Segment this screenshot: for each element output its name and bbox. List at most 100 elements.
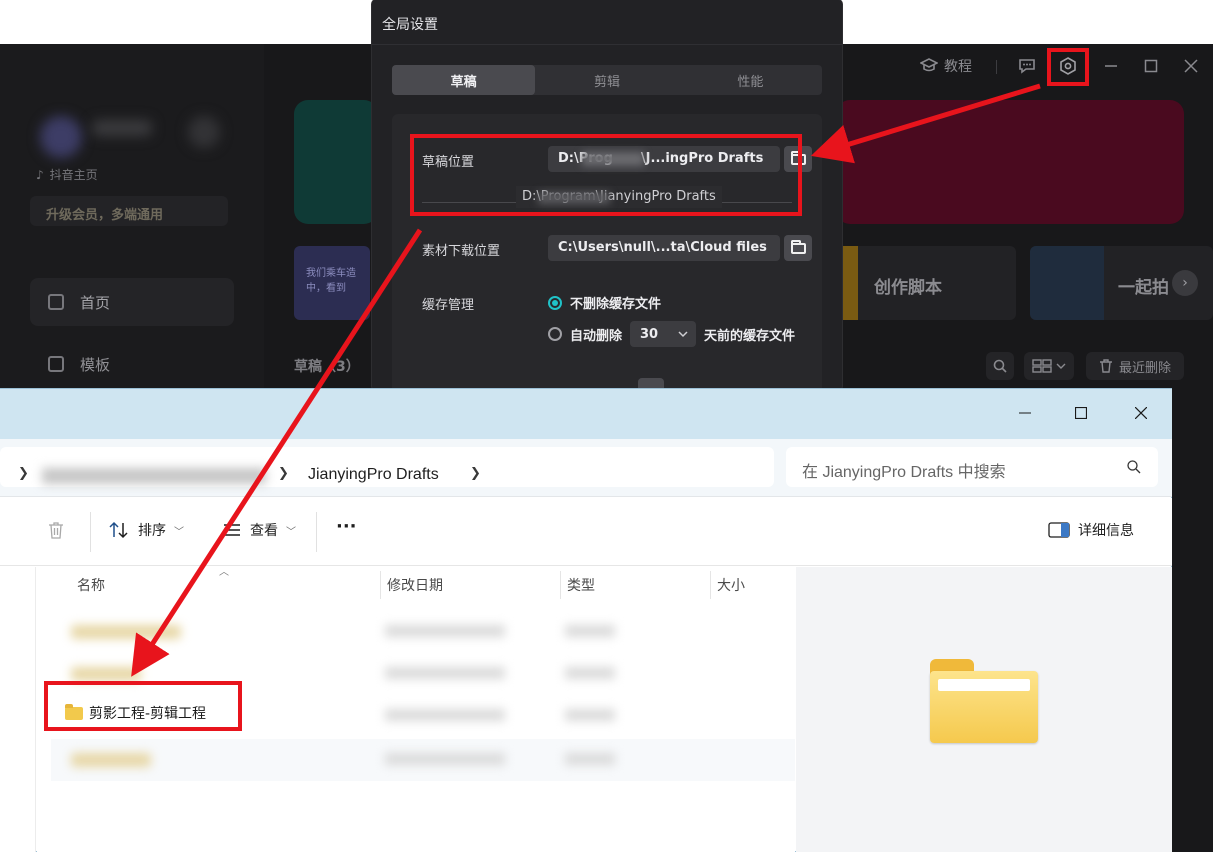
grid-view-icon xyxy=(1032,359,1066,373)
douyin-homepage-link[interactable]: ♪ 抖音主页 xyxy=(36,166,98,183)
tutorial-button[interactable]: 教程 xyxy=(914,54,978,78)
shoot-together-thumbnail xyxy=(1030,246,1104,320)
toolbar-divider xyxy=(90,512,91,552)
folder-body xyxy=(930,671,1038,743)
column-header-size[interactable]: 大小 xyxy=(717,575,745,595)
redacted-type xyxy=(565,753,615,765)
download-location-field[interactable]: C:\Users\null\...ta\Cloud files xyxy=(548,235,780,261)
close-icon xyxy=(1135,407,1147,419)
carousel-next-button[interactable]: › xyxy=(1172,270,1198,296)
breadcrumb-current[interactable]: JianyingPro Drafts xyxy=(308,466,439,484)
folder-paper xyxy=(938,679,1030,691)
cache-auto-suffix-label: 天前的缓存文件 xyxy=(704,328,796,344)
sort-label: 排序 xyxy=(138,523,166,539)
radio-unchecked[interactable] xyxy=(548,327,562,341)
sidebar-item-home[interactable]: 首页 xyxy=(30,278,234,326)
tutorial-label: 教程 xyxy=(944,59,972,75)
explorer-maximize-button[interactable] xyxy=(1058,397,1104,429)
explorer-titlebar xyxy=(0,389,1172,439)
breadcrumb-redacted xyxy=(42,468,266,484)
minimize-button[interactable] xyxy=(1100,54,1122,78)
more-options-button[interactable]: ··· xyxy=(336,516,357,537)
close-icon xyxy=(1184,59,1198,73)
vip-upgrade-button[interactable]: 升级会员，多端通用 xyxy=(30,196,228,226)
column-divider[interactable] xyxy=(710,571,711,599)
redacted-name xyxy=(71,753,151,767)
home-icon xyxy=(48,294,64,310)
explorer-preview-pane xyxy=(796,567,1172,852)
sort-button[interactable]: 排序 ﹀ xyxy=(108,520,184,540)
feedback-button[interactable] xyxy=(1016,54,1038,78)
cache-days-select[interactable]: 30 xyxy=(630,321,697,347)
toolbar-divider xyxy=(316,512,317,552)
douyin-link-label: 抖音主页 xyxy=(49,168,98,182)
folder-icon xyxy=(790,239,806,254)
view-button[interactable]: 查看 ﹀ xyxy=(222,520,296,540)
cache-keep-option[interactable]: 不删除缓存文件 xyxy=(548,293,661,312)
tab-editing[interactable]: 剪辑 xyxy=(535,65,678,95)
table-row[interactable] xyxy=(51,613,795,651)
explorer-command-bar: 排序 ﹀ 查看 ﹀ ··· 详细信息 xyxy=(0,498,1172,566)
explorer-navigation-pane[interactable] xyxy=(0,567,36,852)
tab-drafts[interactable]: 草稿 xyxy=(392,65,536,95)
explorer-search-input[interactable]: 在 JianyingPro Drafts 中搜索 xyxy=(786,447,1158,487)
search-icon xyxy=(1127,460,1141,474)
trash-icon xyxy=(49,522,63,539)
search-icon xyxy=(993,359,1007,373)
column-divider[interactable] xyxy=(560,571,561,599)
douyin-icon: ♪ xyxy=(36,167,44,182)
dialog-title: 全局设置 xyxy=(382,17,438,33)
cache-management-label: 缓存管理 xyxy=(422,298,475,313)
recently-deleted-button[interactable]: 最近删除 xyxy=(1086,352,1184,380)
shoot-together-label: 一起拍 xyxy=(1118,278,1169,298)
column-header-modified[interactable]: 修改日期 xyxy=(387,575,443,595)
explorer-address-row: ❯ ❯ JianyingPro Drafts ❯ 在 JianyingPro D… xyxy=(0,439,1172,497)
trash-icon xyxy=(1099,359,1112,373)
chevron-right-icon[interactable]: ❯ xyxy=(470,466,481,481)
radio-checked[interactable] xyxy=(548,295,562,310)
delete-button[interactable] xyxy=(46,520,66,540)
redacted-name xyxy=(71,667,141,681)
maximize-icon xyxy=(1144,59,1158,73)
template-icon xyxy=(48,356,64,372)
address-bar[interactable]: ❯ ❯ JianyingPro Drafts ❯ xyxy=(0,447,774,487)
cache-keep-label: 不删除缓存文件 xyxy=(570,297,662,312)
maximize-button[interactable] xyxy=(1140,54,1162,78)
explorer-minimize-button[interactable] xyxy=(1002,397,1048,429)
view-mode-toggle[interactable] xyxy=(1024,352,1074,380)
table-row[interactable] xyxy=(51,739,795,781)
avatar xyxy=(40,116,82,158)
maximize-icon xyxy=(1075,407,1087,419)
redacted-type xyxy=(565,709,615,721)
settings-tab-bar: 草稿 剪辑 性能 xyxy=(392,65,822,95)
feature-banner-card[interactable] xyxy=(836,100,1184,224)
cache-auto-prefix-label: 自动删除 xyxy=(570,328,623,344)
redacted-date xyxy=(385,753,505,765)
drafts-heading: 草稿（3） xyxy=(294,359,360,375)
details-pane-button[interactable]: 详细信息 xyxy=(1048,520,1134,540)
start-creation-card[interactable] xyxy=(294,100,378,224)
chevron-right-icon: ❯ xyxy=(18,466,29,481)
chevron-right-icon: ❯ xyxy=(278,466,289,481)
annotation-box-settings xyxy=(1047,48,1089,86)
search-drafts-button[interactable] xyxy=(986,352,1014,380)
explorer-close-button[interactable] xyxy=(1118,397,1164,429)
chevron-right-icon: › xyxy=(1182,275,1188,291)
chevron-down-icon xyxy=(678,331,688,338)
sidebar-item-template[interactable]: 模板 xyxy=(30,340,234,388)
close-app-button[interactable] xyxy=(1180,54,1202,78)
download-location-label: 素材下载位置 xyxy=(422,244,501,259)
redacted-date xyxy=(385,667,505,679)
promo-card[interactable]: 我们乘车造中，看到 xyxy=(294,246,370,320)
column-divider[interactable] xyxy=(380,571,381,599)
creation-script-card[interactable]: 创作脚本 xyxy=(836,246,1016,320)
redacted-date xyxy=(385,709,505,721)
download-location-browse-button[interactable] xyxy=(784,235,812,261)
column-header-type[interactable]: 类型 xyxy=(567,575,595,595)
tab-performance[interactable]: 性能 xyxy=(679,65,822,95)
file-explorer-window: ❯ ❯ JianyingPro Drafts ❯ 在 JianyingPro D… xyxy=(0,388,1172,852)
redacted-name xyxy=(71,625,181,639)
chevron-down-icon: ﹀ xyxy=(286,526,296,538)
column-header-name[interactable]: 名称 xyxy=(77,575,105,595)
cache-auto-delete-option[interactable]: 自动删除 30 天前的缓存文件 xyxy=(548,321,795,347)
